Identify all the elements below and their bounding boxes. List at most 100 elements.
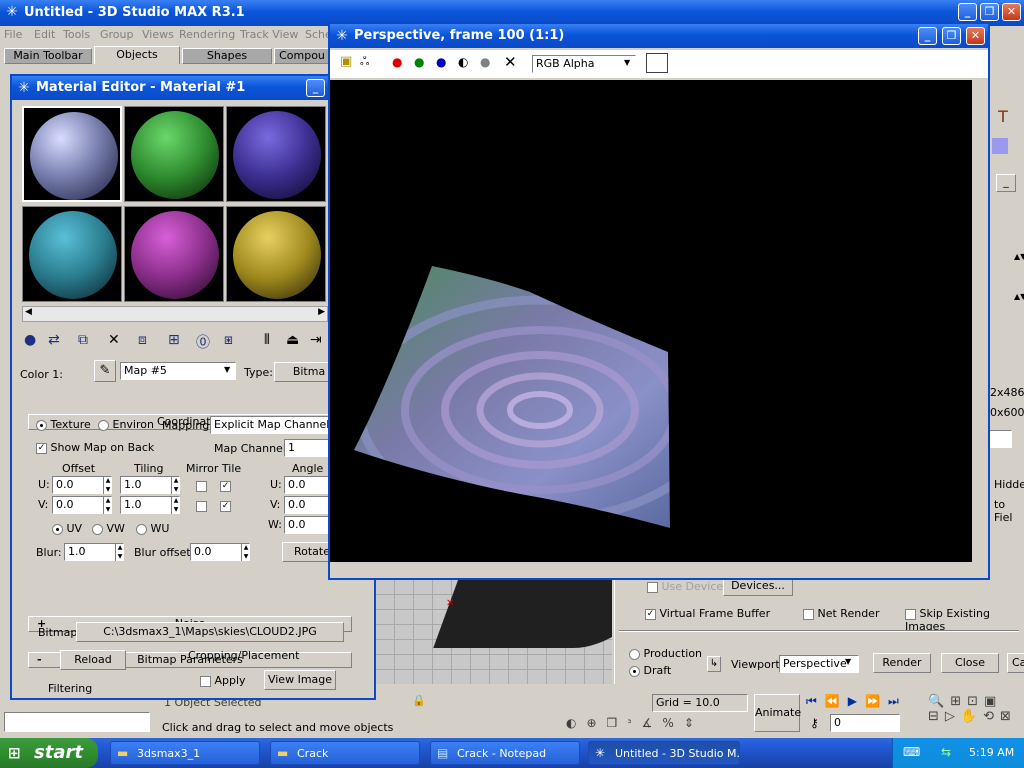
sample-slot-3[interactable]	[226, 106, 326, 202]
tab-objects[interactable]: Objects	[94, 46, 180, 64]
wu-radio[interactable]	[136, 523, 147, 535]
panel-field[interactable]	[988, 430, 1012, 448]
zoom-region-icon[interactable]: ⊟	[928, 709, 945, 724]
persp-minimize-button[interactable]: _	[918, 27, 937, 45]
clone-icon[interactable]: ஃ	[360, 54, 369, 70]
scroll-right-icon[interactable]: ▶	[318, 307, 325, 317]
sample-slot-4[interactable]	[22, 206, 122, 302]
clear-icon[interactable]: ✕	[504, 53, 517, 71]
close-button[interactable]: Close	[941, 653, 999, 673]
taskbar-item-notepad[interactable]: ▤ Crack - Notepad	[430, 741, 580, 765]
environ-radio[interactable]	[98, 419, 109, 431]
main-maximize-button[interactable]: ❐	[980, 3, 999, 21]
vw-radio[interactable]	[92, 523, 103, 535]
show-map-checkbox[interactable]: ✓	[36, 442, 47, 454]
tab-shapes[interactable]: Shapes	[182, 48, 272, 64]
lock-icon[interactable]: 🔒	[412, 694, 426, 707]
taskbar-item-3dsmax-folder[interactable]: ▬ 3dsmax3_1	[110, 741, 260, 765]
menu-views[interactable]: Views	[142, 28, 174, 41]
v-mirror-checkbox[interactable]	[196, 499, 207, 512]
reload-button[interactable]: Reload	[60, 650, 126, 670]
menu-rendering[interactable]: Rendering	[179, 28, 235, 41]
persp-close-button[interactable]: ✕	[966, 27, 985, 45]
hammer-icon[interactable]: T	[992, 106, 1014, 128]
sample-slot-6[interactable]	[226, 206, 326, 302]
selection-field[interactable]	[4, 712, 150, 732]
v-tile-checkbox[interactable]: ✓	[220, 499, 231, 512]
menu-edit[interactable]: Edit	[34, 28, 55, 41]
cube-icon[interactable]: ❒	[607, 716, 628, 730]
sample-slot-2[interactable]	[124, 106, 224, 202]
sphere-tool-icon[interactable]: ◐	[566, 716, 586, 730]
v-offset-spinner[interactable]: ▲ ▼	[103, 496, 112, 514]
view-image-button[interactable]: View Image	[264, 670, 336, 690]
channel-select[interactable]: RGB Alpha	[532, 55, 636, 73]
pan-icon[interactable]: ✋	[961, 709, 983, 724]
maximize-toggle-icon[interactable]: ⊠	[1000, 709, 1017, 724]
lock-viewport-icon[interactable]: ↳	[707, 656, 721, 672]
next-frame-icon[interactable]: ⏩	[865, 694, 888, 708]
green-channel-icon[interactable]: ●	[414, 55, 424, 69]
show-end-result-icon[interactable]: ⫴	[264, 332, 270, 348]
taskbar-item-crack-folder[interactable]: ▬ Crack	[270, 741, 420, 765]
main-close-button[interactable]: ✕	[1002, 3, 1021, 21]
map-name-dropdown-icon[interactable]: ▼	[224, 365, 230, 374]
slot-scrollbar[interactable]: ◀ ▶	[22, 306, 328, 322]
mapping-select[interactable]: Explicit Map Channel	[210, 416, 340, 434]
menu-tools[interactable]: Tools	[63, 28, 90, 41]
blur-spinner[interactable]: ▲ ▼	[115, 543, 124, 561]
save-icon[interactable]: ▣	[340, 54, 352, 69]
uv-radio[interactable]	[52, 523, 63, 535]
scroll-left-icon[interactable]: ◀	[25, 307, 32, 317]
v-tiling-spinner[interactable]: ▲ ▼	[171, 496, 180, 514]
put-library-icon[interactable]: ⊞	[168, 332, 180, 348]
viewport-dropdown-icon[interactable]: ▼	[845, 657, 851, 666]
keyboard-icon[interactable]: ⌨	[903, 745, 920, 759]
go-sibling-icon[interactable]: ⇥	[310, 332, 322, 348]
apply-checkbox[interactable]	[200, 675, 211, 687]
fov-icon[interactable]: ▷	[945, 709, 961, 724]
material-effects-icon[interactable]: ⓪	[196, 332, 210, 352]
crosshair-icon[interactable]: ⊕	[586, 716, 606, 730]
angle-snap-icon[interactable]: ∡	[642, 716, 663, 730]
put-material-icon[interactable]: ⇄	[48, 332, 60, 348]
frame-field[interactable]: 0	[830, 714, 900, 732]
menu-group[interactable]: Group	[100, 28, 134, 41]
zoom-all-icon[interactable]: ⊞	[950, 694, 967, 709]
texture-radio[interactable]	[36, 419, 47, 431]
orbit-icon[interactable]: ⟲	[983, 709, 1000, 724]
get-material-icon[interactable]: ●	[24, 332, 36, 348]
net-render-checkbox[interactable]	[803, 608, 814, 620]
key-icon[interactable]: ⚷	[810, 716, 819, 730]
u-tiling-spinner[interactable]: ▲ ▼	[171, 476, 180, 494]
swatch-icon[interactable]	[992, 138, 1008, 154]
blue-channel-icon[interactable]: ●	[436, 55, 446, 69]
u-mirror-checkbox[interactable]	[196, 479, 207, 492]
main-minimize-button[interactable]: _	[958, 3, 977, 21]
start-button[interactable]: ⊞ start	[0, 738, 98, 768]
tab-main-toolbar[interactable]: Main Toolbar	[4, 48, 92, 64]
show-map-icon[interactable]: ⧆	[224, 332, 233, 348]
prev-frame-icon[interactable]: ⏪	[825, 694, 848, 708]
sample-slot-1[interactable]	[22, 106, 122, 202]
cancel-button[interactable]: Ca	[1007, 653, 1024, 673]
tab-compound[interactable]: Compou	[274, 48, 330, 64]
mono-channel-icon[interactable]: ●	[480, 55, 490, 69]
spinner-snap-icon[interactable]: ⇕	[684, 716, 704, 730]
play-icon[interactable]: ▶	[848, 694, 865, 708]
animate-button[interactable]: Animate	[754, 694, 801, 732]
zoom-icon[interactable]: 🔍	[928, 694, 950, 709]
eyedropper-icon[interactable]: ✎	[94, 360, 116, 382]
percent-snap-icon[interactable]: %	[662, 716, 683, 730]
production-radio[interactable]	[629, 648, 640, 660]
skip-existing-checkbox[interactable]	[905, 608, 916, 620]
bitmap-path-button[interactable]: C:\3dsmax3_1\Maps\skies\CLOUD2.JPG	[76, 622, 344, 642]
alpha-channel-icon[interactable]: ◐	[458, 55, 468, 69]
zoom-extents-icon[interactable]: ⊡	[967, 694, 984, 709]
make-copy-icon[interactable]: ⧈	[138, 332, 147, 348]
taskbar-item-3dsmax[interactable]: ✳ Untitled - 3D Studio M...	[588, 741, 740, 765]
render-button[interactable]: Render	[873, 653, 931, 673]
go-parent-icon[interactable]: ⏏	[286, 332, 299, 348]
red-channel-icon[interactable]: ●	[392, 55, 402, 69]
menu-file[interactable]: File	[4, 28, 22, 41]
